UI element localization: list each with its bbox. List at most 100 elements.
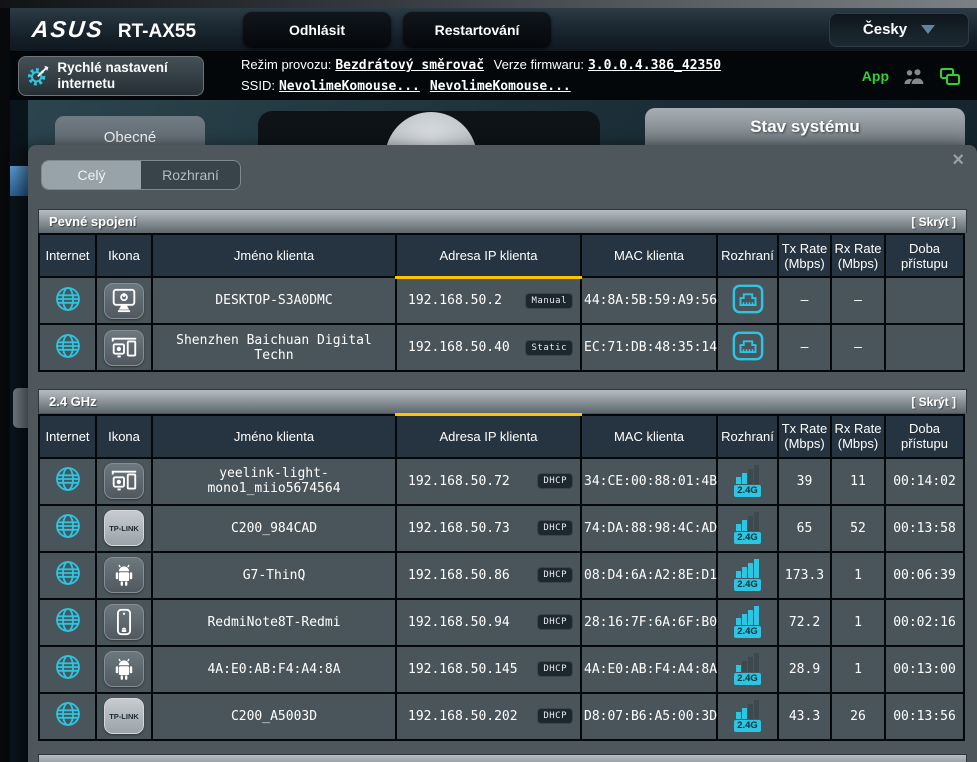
client-row[interactable]: 4A:E0:AB:F4:A4:8A 192.168.50.145DHCP 4A:E0…	[39, 646, 964, 693]
column-header[interactable]: Rx Rate (Mbps)	[831, 415, 885, 458]
cell-device-icon	[96, 646, 152, 693]
ip-type-badge: DHCP	[537, 567, 573, 583]
client-section: Pevné spojení[ Skrýt ]InternetIkonaJméno…	[38, 209, 967, 372]
column-header[interactable]: Adresa IP klienta	[396, 415, 581, 458]
cell-client-mac: 4A:E0:AB:F4:A4:8A	[581, 646, 717, 693]
users-icon[interactable]	[902, 68, 926, 85]
cell-tx-rate: 173.3	[778, 552, 831, 599]
client-row[interactable]: DESKTOP-S3A0DMC192.168.50.2Manual44:8A:5…	[39, 277, 964, 324]
quick-setup-label: Rychlé nastavení internetu	[57, 60, 195, 91]
cell-client-mac: 08:D4:6A:A2:8E:D1	[581, 552, 717, 599]
column-header[interactable]: Jméno klienta	[152, 415, 396, 458]
column-header[interactable]: Doba přístupu	[885, 415, 964, 458]
cell-client-name: 4A:E0:AB:F4:A4:8A	[152, 646, 396, 693]
section-title: 2.4 GHz	[49, 394, 97, 409]
tplink-device-icon: TP-LINK	[104, 510, 144, 546]
operation-mode-link[interactable]: Bezdrátový směrovač	[335, 58, 484, 73]
band-badge: 2.4G	[734, 532, 761, 544]
globe-icon	[53, 511, 83, 541]
cell-internet	[39, 646, 96, 693]
tab-interface[interactable]: Rozhraní	[141, 161, 240, 189]
cell-device-icon	[96, 277, 152, 324]
cell-interface	[717, 324, 778, 371]
column-header[interactable]: MAC klienta	[581, 234, 717, 277]
cell-access-time: 00:02:16	[885, 599, 964, 646]
ip-type-badge: DHCP	[537, 661, 573, 677]
ip-camera-icon	[108, 466, 140, 496]
ssid-link-1[interactable]: NevolimeKomouse...	[279, 79, 420, 94]
hide-toggle[interactable]: [ Skrýt ]	[911, 215, 956, 229]
column-header[interactable]: Rx Rate (Mbps)	[831, 234, 885, 277]
band-badge: 2.4G	[734, 673, 761, 685]
cell-rx-rate: 1	[831, 599, 885, 646]
tab-all[interactable]: Celý	[42, 161, 141, 189]
client-status-icon[interactable]	[939, 67, 961, 86]
cell-access-time: 00:13:00	[885, 646, 964, 693]
language-dropdown[interactable]: Česky	[829, 13, 969, 47]
cell-internet	[39, 458, 96, 505]
client-table: InternetIkonaJméno klientaAdresa IP klie…	[38, 413, 965, 741]
hide-toggle[interactable]: [ Skrýt ]	[911, 395, 956, 409]
client-row[interactable]: TP-LINKC200_984CAD192.168.50.73DHCP74:DA…	[39, 505, 964, 552]
ip-address: 192.168.50.40	[404, 340, 525, 355]
top-banner: ASUS RT-AX55 Odhlásit Restartování Česky	[10, 8, 977, 52]
sidebar-handle[interactable]	[13, 388, 28, 428]
cell-internet	[39, 277, 96, 324]
brand: ASUS RT-AX55	[10, 16, 243, 43]
cell-tx-rate: 39	[778, 458, 831, 505]
ip-address: 192.168.50.145	[404, 662, 537, 677]
client-row[interactable]: yeelink-light-mono1_miio5674564192.168.5…	[39, 458, 964, 505]
column-header[interactable]: Rozhraní	[717, 234, 778, 277]
close-icon[interactable]: ×	[952, 150, 964, 170]
column-header[interactable]: Rozhraní	[717, 415, 778, 458]
column-header[interactable]: Doba přístupu	[885, 234, 964, 277]
next-section-header-partial	[38, 754, 967, 762]
app-link[interactable]: App	[862, 68, 889, 84]
cell-client-ip: 192.168.50.202DHCP	[396, 693, 581, 740]
cell-tx-rate: 28.9	[778, 646, 831, 693]
cell-rx-rate: 1	[831, 552, 885, 599]
cell-interface: 2.4G	[717, 599, 778, 646]
ip-type-badge: DHCP	[537, 614, 573, 630]
column-header[interactable]: Jméno klienta	[152, 234, 396, 277]
ip-address: 192.168.50.202	[404, 709, 537, 724]
client-table: InternetIkonaJméno klientaAdresa IP klie…	[38, 233, 965, 372]
quick-setup-button[interactable]: Rychlé nastavení internetu	[18, 56, 204, 96]
logout-button[interactable]: Odhlásit	[243, 12, 391, 48]
desktop-device-box	[104, 283, 144, 319]
cell-interface: 2.4G	[717, 693, 778, 740]
column-header[interactable]: MAC klienta	[581, 415, 717, 458]
cell-device-icon: TP-LINK	[96, 505, 152, 552]
column-header[interactable]: Tx Rate (Mbps)	[778, 234, 831, 277]
reboot-button[interactable]: Restartování	[403, 12, 551, 48]
android-icon	[110, 655, 138, 683]
phone-device-box	[104, 604, 144, 640]
cell-client-ip: 192.168.50.94DHCP	[396, 599, 581, 646]
client-row[interactable]: TP-LINKC200_A5003D192.168.50.202DHCPD8:0…	[39, 693, 964, 740]
cell-interface: 2.4G	[717, 505, 778, 552]
cell-client-name: RedmiNote8T-Redmi	[152, 599, 396, 646]
column-header[interactable]: Ikona	[96, 415, 152, 458]
sidebar-strip	[10, 100, 28, 762]
client-row[interactable]: RedmiNote8T-Redmi192.168.50.94DHCP28:16:…	[39, 599, 964, 646]
cell-tx-rate: 65	[778, 505, 831, 552]
ssid-link-2[interactable]: NevolimeKomouse...	[430, 79, 571, 94]
signal-strength-icon: 2.4G	[734, 512, 761, 544]
client-row[interactable]: Shenzhen Baichuan Digital Techn192.168.5…	[39, 324, 964, 371]
cell-client-ip: 192.168.50.86DHCP	[396, 552, 581, 599]
ip-address: 192.168.50.72	[404, 474, 537, 489]
column-header[interactable]: Internet	[39, 415, 96, 458]
column-header[interactable]: Internet	[39, 234, 96, 277]
cell-access-time: 00:14:02	[885, 458, 964, 505]
cell-device-icon	[96, 458, 152, 505]
signal-strength-icon: 2.4G	[734, 559, 761, 591]
operation-mode-line: Režim provozu:Bezdrátový směrovač Verze …	[241, 55, 727, 76]
cell-internet	[39, 552, 96, 599]
column-header[interactable]: Tx Rate (Mbps)	[778, 415, 831, 458]
signal-strength-icon: 2.4G	[734, 653, 761, 685]
android-device-box	[104, 651, 144, 687]
column-header[interactable]: Ikona	[96, 234, 152, 277]
column-header[interactable]: Adresa IP klienta	[396, 234, 581, 277]
firmware-link[interactable]: 3.0.0.4.386_42350	[588, 58, 721, 73]
client-row[interactable]: G7-ThinQ192.168.50.86DHCP08:D4:6A:A2:8E:…	[39, 552, 964, 599]
